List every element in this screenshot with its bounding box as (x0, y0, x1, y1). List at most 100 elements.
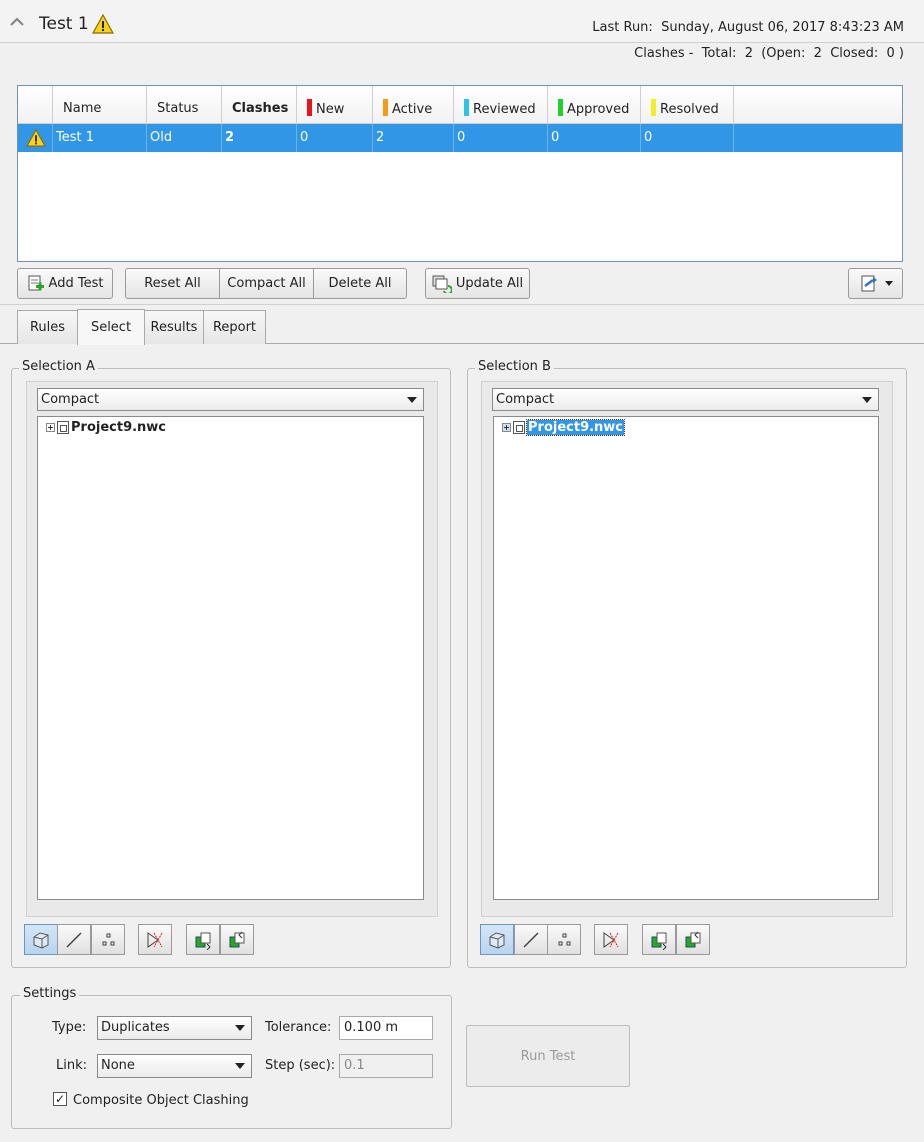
self-intersect-icon (147, 931, 163, 948)
tolerance-label: Tolerance: (265, 1020, 332, 1035)
reviewed-swatch (464, 99, 469, 116)
expand-icon[interactable] (46, 423, 55, 432)
col-active[interactable]: Active (373, 86, 454, 124)
selection-b-mode-value: Compact (496, 392, 555, 407)
compact-all-button[interactable]: Compact All (219, 268, 314, 299)
export-icon (861, 275, 877, 291)
warning-icon (26, 129, 46, 147)
tab-report[interactable]: Report (203, 310, 266, 344)
use-current-selection-icon (195, 932, 211, 950)
chevron-down-icon (235, 1063, 245, 1069)
type-select[interactable]: Duplicates (97, 1016, 252, 1040)
cell-status: Old (147, 124, 222, 152)
reset-all-button[interactable]: Reset All (125, 268, 220, 299)
test-title: Test 1 (39, 14, 89, 34)
use-current-selection-button[interactable] (186, 924, 220, 955)
run-test-button[interactable]: Run Test (466, 1025, 630, 1087)
chevron-up-icon[interactable] (8, 14, 26, 28)
last-run-label: Last Run: (592, 20, 653, 35)
surfaces-button[interactable] (480, 924, 514, 955)
settings-label: Settings (20, 986, 80, 1001)
file-icon (513, 421, 525, 434)
file-icon (57, 421, 69, 434)
new-swatch (307, 99, 312, 116)
col-approved-label: Approved (567, 102, 630, 117)
grid-header-row: Name Status Clashes New Active Reviewed … (18, 86, 902, 124)
composite-checkbox[interactable]: ✓ (53, 1092, 67, 1106)
use-current-selection-icon (651, 932, 667, 950)
active-swatch (383, 99, 388, 116)
add-test-icon (28, 275, 44, 290)
cell-resolved: 0 (641, 124, 734, 152)
selection-a-mode-select[interactable]: Compact (37, 388, 424, 411)
col-name[interactable]: Name (53, 86, 147, 124)
clash-summary: Clashes - Total: 2 (Open: 2 Closed: 0 ) (634, 46, 904, 61)
cell-name: Test 1 (53, 124, 147, 152)
lines-icon (523, 931, 539, 948)
approved-swatch (558, 99, 563, 116)
self-intersect-icon (603, 931, 619, 948)
composite-label: Composite Object Clashing (73, 1093, 249, 1108)
cell-reviewed: 0 (454, 124, 548, 152)
points-icon (102, 933, 115, 945)
col-resolved-label: Resolved (660, 102, 719, 117)
warning-icon (92, 14, 114, 34)
add-test-label: Add Test (48, 276, 104, 291)
expand-icon[interactable] (502, 423, 511, 432)
cell-approved: 0 (548, 124, 641, 152)
tolerance-input[interactable]: 0.100 m (339, 1016, 433, 1040)
chevron-down-icon (862, 397, 872, 403)
clash-tests-grid[interactable]: Name Status Clashes New Active Reviewed … (17, 85, 903, 262)
tab-rules[interactable]: Rules (17, 310, 78, 344)
tree-node[interactable]: Project9.nwc (502, 419, 626, 436)
selection-a-tree[interactable]: Project9.nwc (37, 416, 424, 900)
points-icon (558, 933, 571, 945)
cell-active: 2 (373, 124, 454, 152)
self-intersect-button[interactable] (138, 924, 172, 955)
tree-node-label: Project9.nwc (71, 420, 167, 435)
cell-new: 0 (297, 124, 373, 152)
update-all-button[interactable]: Update All (425, 268, 530, 299)
col-reviewed[interactable]: Reviewed (454, 86, 548, 124)
surfaces-icon (489, 931, 505, 949)
last-run: Last Run: Sunday, August 06, 2017 8:43:2… (592, 20, 904, 35)
selection-a-mode-value: Compact (41, 392, 100, 407)
surfaces-icon (33, 931, 49, 949)
selection-a-label: Selection A (19, 359, 98, 374)
tab-results[interactable]: Results (144, 310, 204, 344)
link-label: Link: (56, 1058, 88, 1073)
delete-all-button[interactable]: Delete All (313, 268, 407, 299)
chevron-down-icon (235, 1025, 245, 1031)
lines-button[interactable] (514, 924, 548, 955)
export-button[interactable] (848, 268, 903, 299)
col-active-label: Active (392, 102, 433, 117)
col-new[interactable]: New (297, 86, 373, 124)
select-in-scene-button[interactable] (676, 924, 710, 955)
col-status[interactable]: Status (147, 86, 222, 124)
step-label: Step (sec): (265, 1058, 336, 1073)
select-in-scene-button[interactable] (220, 924, 254, 955)
self-intersect-button[interactable] (594, 924, 628, 955)
surfaces-button[interactable] (24, 924, 58, 955)
col-approved[interactable]: Approved (548, 86, 641, 124)
tree-node-label: Project9.nwc (525, 419, 626, 436)
col-resolved[interactable]: Resolved (641, 86, 734, 124)
tab-select[interactable]: Select (77, 309, 145, 345)
table-row[interactable]: Test 1 Old 2 0 2 0 0 0 (18, 124, 902, 152)
lines-button[interactable] (57, 924, 91, 955)
lines-icon (66, 931, 82, 948)
col-clashes[interactable]: Clashes (222, 86, 297, 124)
add-test-button[interactable]: Add Test (17, 268, 113, 299)
use-current-selection-button[interactable] (642, 924, 676, 955)
points-button[interactable] (91, 924, 125, 955)
points-button[interactable] (547, 924, 581, 955)
type-label: Type: (52, 1020, 87, 1035)
selection-b-tree[interactable]: Project9.nwc (493, 416, 879, 900)
link-select[interactable]: None (97, 1054, 252, 1078)
select-in-scene-icon (229, 931, 245, 947)
selection-b-mode-select[interactable]: Compact (492, 388, 879, 411)
step-input[interactable]: 0.1 (339, 1054, 433, 1078)
update-icon (432, 275, 452, 293)
tree-node[interactable]: Project9.nwc (46, 420, 166, 435)
chevron-down-icon (407, 397, 417, 403)
